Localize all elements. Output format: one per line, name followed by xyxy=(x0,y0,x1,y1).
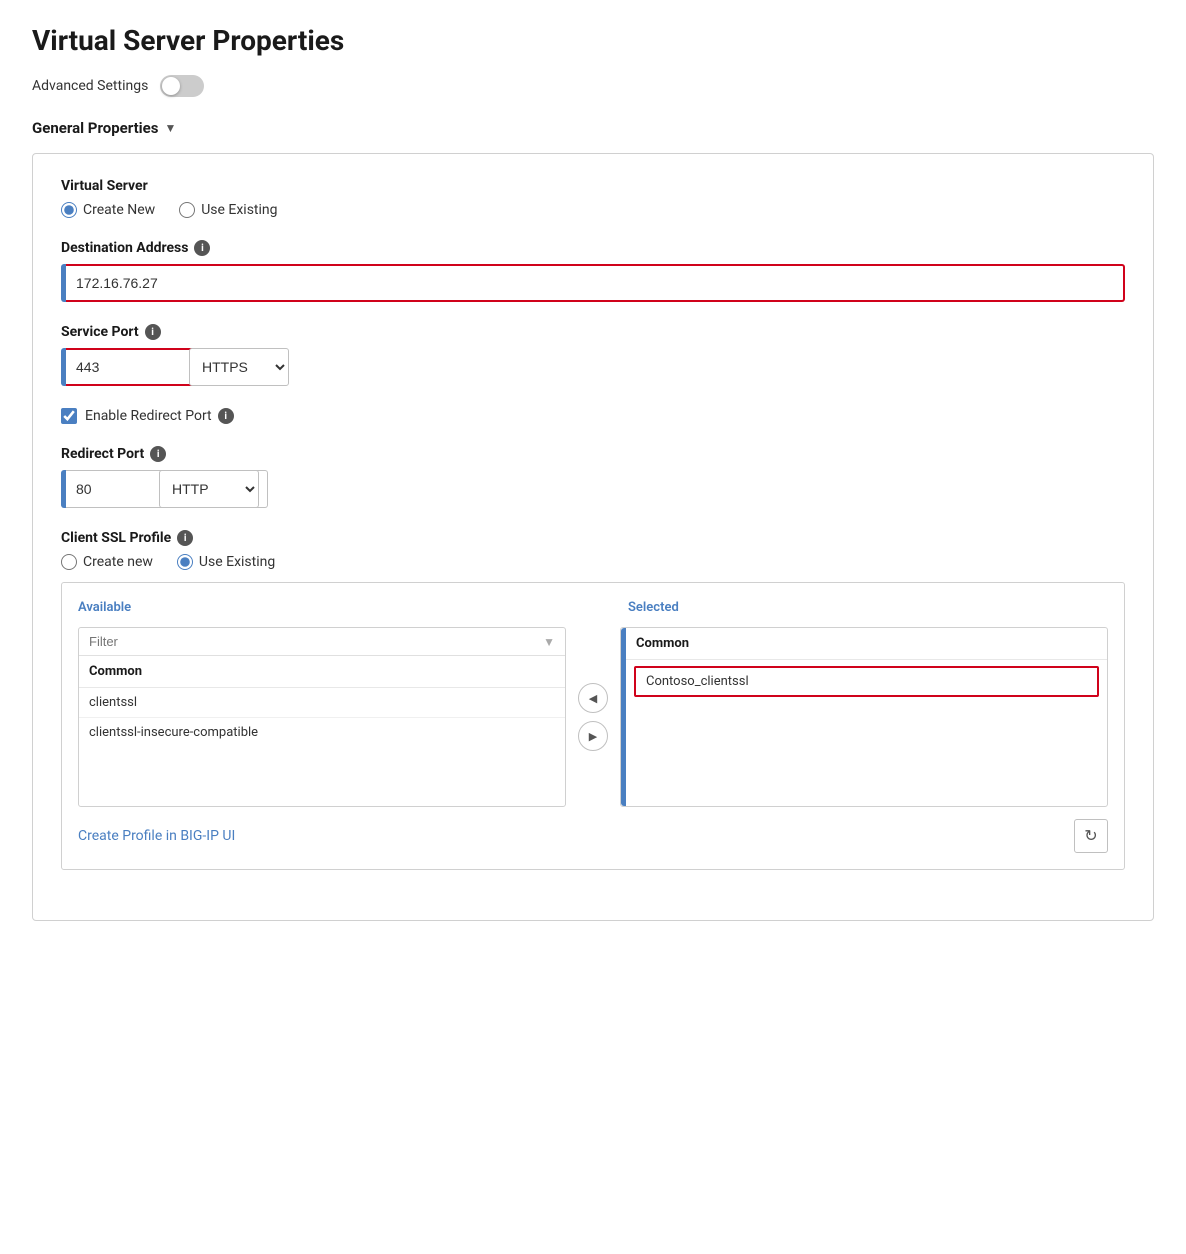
virtual-server-create-new-option[interactable]: Create New xyxy=(61,202,155,218)
ssl-panels: ▼ Common clientssl clientssl-insecure-co… xyxy=(78,627,1108,807)
destination-address-info-icon: i xyxy=(194,240,210,256)
ssl-create-new-label: Create new xyxy=(83,554,153,570)
service-port-row: HTTPS HTTP TCP UDP xyxy=(61,348,1125,386)
available-item-clientssl-insecure[interactable]: clientssl-insecure-compatible xyxy=(79,718,565,747)
refresh-icon: ↻ xyxy=(1084,826,1097,846)
service-port-protocol-select[interactable]: HTTPS HTTP TCP UDP xyxy=(189,348,289,386)
enable-redirect-port-checkbox[interactable] xyxy=(61,408,77,424)
redirect-port-row: HTTP HTTPS TCP xyxy=(61,470,1125,508)
create-profile-link[interactable]: Create Profile in BIG-IP UI xyxy=(78,828,235,844)
client-ssl-profile-info-icon: i xyxy=(177,530,193,546)
virtual-server-use-existing-radio[interactable] xyxy=(179,202,195,218)
redirect-port-label: Redirect Port i xyxy=(61,446,1125,462)
available-panel-label: Available xyxy=(78,600,131,615)
client-ssl-profile-label: Client SSL Profile i xyxy=(61,530,1125,546)
advanced-settings-label: Advanced Settings xyxy=(32,78,148,94)
destination-address-input[interactable] xyxy=(66,264,1125,302)
destination-address-field-group: Destination Address i xyxy=(61,240,1125,302)
general-properties-chevron-icon: ▼ xyxy=(164,121,176,135)
advanced-settings-toggle[interactable] xyxy=(160,75,204,97)
arrow-left-icon: ◀ xyxy=(589,692,597,705)
virtual-server-create-new-radio[interactable] xyxy=(61,202,77,218)
virtual-server-use-existing-label: Use Existing xyxy=(201,202,277,218)
ssl-move-right-button[interactable]: ▶ xyxy=(578,721,608,751)
ssl-use-existing-option[interactable]: Use Existing xyxy=(177,554,275,570)
client-ssl-profile-radio-group: Create new Use Existing xyxy=(61,554,1125,570)
selected-item-contoso[interactable]: Contoso_clientssl xyxy=(634,666,1099,697)
selected-panel-label: Selected xyxy=(628,600,679,615)
service-port-label: Service Port i xyxy=(61,324,1125,340)
virtual-server-create-new-label: Create New xyxy=(83,202,155,218)
redirect-port-input-wrapper xyxy=(61,470,151,508)
virtual-server-field-group: Virtual Server Create New Use Existing xyxy=(61,178,1125,218)
selected-group-common-header: Common xyxy=(626,628,1107,660)
ssl-arrow-buttons: ◀ ▶ xyxy=(578,683,608,751)
client-ssl-profile-field-group: Client SSL Profile i Create new Use Exis… xyxy=(61,530,1125,870)
enable-redirect-port-row: Enable Redirect Port i xyxy=(61,408,1125,424)
ssl-create-new-option[interactable]: Create new xyxy=(61,554,153,570)
ssl-filter-input[interactable] xyxy=(89,634,537,649)
ssl-create-new-radio[interactable] xyxy=(61,554,77,570)
service-port-info-icon: i xyxy=(145,324,161,340)
redirect-port-protocol-select[interactable]: HTTP HTTPS TCP xyxy=(159,470,259,508)
enable-redirect-port-label: Enable Redirect Port i xyxy=(85,408,234,424)
ssl-move-left-button[interactable]: ◀ xyxy=(578,683,608,713)
destination-address-input-wrapper xyxy=(61,264,1125,302)
general-properties-section-header[interactable]: General Properties ▼ xyxy=(32,119,1154,137)
filter-icon: ▼ xyxy=(543,635,555,649)
redirect-port-info-icon: i xyxy=(150,446,166,462)
destination-address-label: Destination Address i xyxy=(61,240,1125,256)
available-item-clientssl[interactable]: clientssl xyxy=(79,688,565,718)
ssl-filter-bar: ▼ xyxy=(79,628,565,656)
general-properties-card: Virtual Server Create New Use Existing D… xyxy=(32,153,1154,921)
ssl-use-existing-radio[interactable] xyxy=(177,554,193,570)
arrow-right-icon: ▶ xyxy=(589,730,597,743)
virtual-server-label: Virtual Server xyxy=(61,178,1125,194)
redirect-port-field-group: Redirect Port i HTTP HTTPS TCP xyxy=(61,446,1125,508)
ssl-available-list: Common clientssl clientssl-insecure-comp… xyxy=(79,656,565,747)
ssl-available-panel: ▼ Common clientssl clientssl-insecure-co… xyxy=(78,627,566,807)
ssl-selected-panel: Common Contoso_clientssl xyxy=(620,627,1108,807)
available-group-common-header: Common xyxy=(79,656,565,688)
ssl-list-header: Available Selected xyxy=(78,599,1108,615)
enable-redirect-port-info-icon: i xyxy=(218,408,234,424)
selected-panel-blue-bar xyxy=(621,628,626,806)
ssl-use-existing-label: Use Existing xyxy=(199,554,275,570)
virtual-server-use-existing-option[interactable]: Use Existing xyxy=(179,202,277,218)
virtual-server-radio-group: Create New Use Existing xyxy=(61,202,1125,218)
service-port-field-group: Service Port i HTTPS HTTP TCP UDP xyxy=(61,324,1125,386)
ssl-list-container: Available Selected ▼ Common cli xyxy=(61,582,1125,870)
service-port-input-wrapper xyxy=(61,348,181,386)
general-properties-label: General Properties xyxy=(32,119,158,137)
page-title: Virtual Server Properties xyxy=(32,24,1154,57)
refresh-button[interactable]: ↻ xyxy=(1074,819,1108,853)
create-profile-row: Create Profile in BIG-IP UI ↻ xyxy=(78,819,1108,853)
